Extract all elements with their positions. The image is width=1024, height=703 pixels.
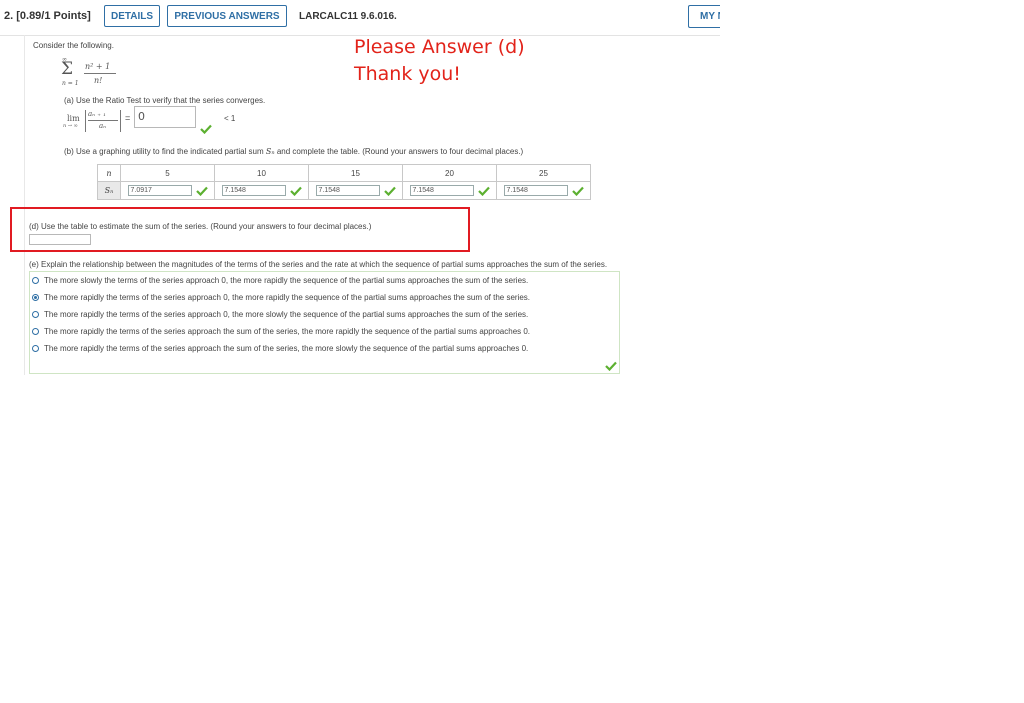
partial-sum-input[interactable]: 7.1548 xyxy=(315,185,380,196)
content-divider xyxy=(24,35,25,375)
n-header: 25 xyxy=(496,164,591,182)
partial-sum-symbol: Sₙ xyxy=(265,147,275,156)
ratio-numerator: aₙ ₊ ₁ xyxy=(88,110,106,118)
equals-sign: = xyxy=(125,113,131,123)
checkmark-icon xyxy=(289,186,302,196)
abs-bar-right xyxy=(120,110,121,132)
partial-sum-input[interactable]: 7.0917 xyxy=(127,185,192,196)
partial-sum-input[interactable]: 7.1548 xyxy=(503,185,568,196)
lim-label: lim xyxy=(67,114,80,123)
checkmark-icon xyxy=(200,124,212,134)
question-number: 2. [0.89/1 Points] xyxy=(4,10,91,22)
lim-subscript: n → ∞ xyxy=(63,123,78,129)
checkmark-icon xyxy=(383,186,396,196)
series-lower: n = 1 xyxy=(62,80,79,87)
details-button[interactable]: DETAILS xyxy=(104,5,160,27)
previous-answers-button[interactable]: PREVIOUS ANSWERS xyxy=(167,5,287,27)
note-line-1: Please Answer (d) xyxy=(354,36,525,58)
series-denominator: n! xyxy=(94,76,103,85)
options-box xyxy=(29,271,620,374)
s-label: Sₙ xyxy=(97,181,121,200)
part-d-text: (d) Use the table to estimate the sum of… xyxy=(29,222,372,231)
less-than-one: < 1 xyxy=(224,114,236,123)
n-header: 20 xyxy=(402,164,497,182)
option-label[interactable]: The more rapidly the terms of the series… xyxy=(44,293,530,302)
table-row: Sₙ 7.0917 7.1548 7.1548 7.1548 7.1548 xyxy=(97,181,591,200)
option-radio[interactable] xyxy=(32,311,39,318)
my-notes-button[interactable]: MY NOTES xyxy=(688,5,720,28)
ratio-denominator: aₙ xyxy=(99,122,107,130)
sum-estimate-input[interactable] xyxy=(29,234,91,245)
option-radio-selected[interactable] xyxy=(32,294,39,301)
question-code: LARCALC11 9.6.016. xyxy=(299,11,397,22)
n-header: 5 xyxy=(120,164,215,182)
header-bar: 2. [0.89/1 Points] DETAILS PREVIOUS ANSW… xyxy=(0,0,720,36)
table-header-row: n 5 10 15 20 25 xyxy=(97,164,591,182)
n-header: 15 xyxy=(308,164,403,182)
note-line-2: Thank you! xyxy=(354,63,461,85)
n-header: 10 xyxy=(214,164,309,182)
checkmark-icon xyxy=(477,186,490,196)
option-label[interactable]: The more rapidly the terms of the series… xyxy=(44,327,530,336)
option-label[interactable]: The more rapidly the terms of the series… xyxy=(44,310,528,319)
sigma-icon: Σ xyxy=(61,59,74,79)
part-e-text: (e) Explain the relationship between the… xyxy=(29,260,608,269)
n-label: n xyxy=(97,164,121,182)
abs-bar-left xyxy=(85,110,86,132)
checkmark-icon xyxy=(571,186,584,196)
part-a-text: (a) Use the Ratio Test to verify that th… xyxy=(64,96,266,105)
part-b-text: (b) Use a graphing utility to find the i… xyxy=(64,147,524,156)
series-numerator: n² + 1 xyxy=(85,62,111,71)
limit-input[interactable]: 0 xyxy=(134,106,196,128)
option-radio[interactable] xyxy=(32,328,39,335)
fraction-bar xyxy=(84,73,116,74)
partial-sums-table: n 5 10 15 20 25 Sₙ 7.0917 7.1548 7.1548 … xyxy=(97,164,591,200)
option-label[interactable]: The more slowly the terms of the series … xyxy=(44,276,528,285)
option-radio[interactable] xyxy=(32,277,39,284)
option-label[interactable]: The more rapidly the terms of the series… xyxy=(44,344,528,353)
checkmark-icon xyxy=(605,361,617,371)
partial-sum-input[interactable]: 7.1548 xyxy=(221,185,286,196)
ratio-bar xyxy=(88,120,118,121)
intro-text: Consider the following. xyxy=(33,41,114,50)
checkmark-icon xyxy=(195,186,208,196)
option-radio[interactable] xyxy=(32,345,39,352)
partial-sum-input[interactable]: 7.1548 xyxy=(409,185,474,196)
